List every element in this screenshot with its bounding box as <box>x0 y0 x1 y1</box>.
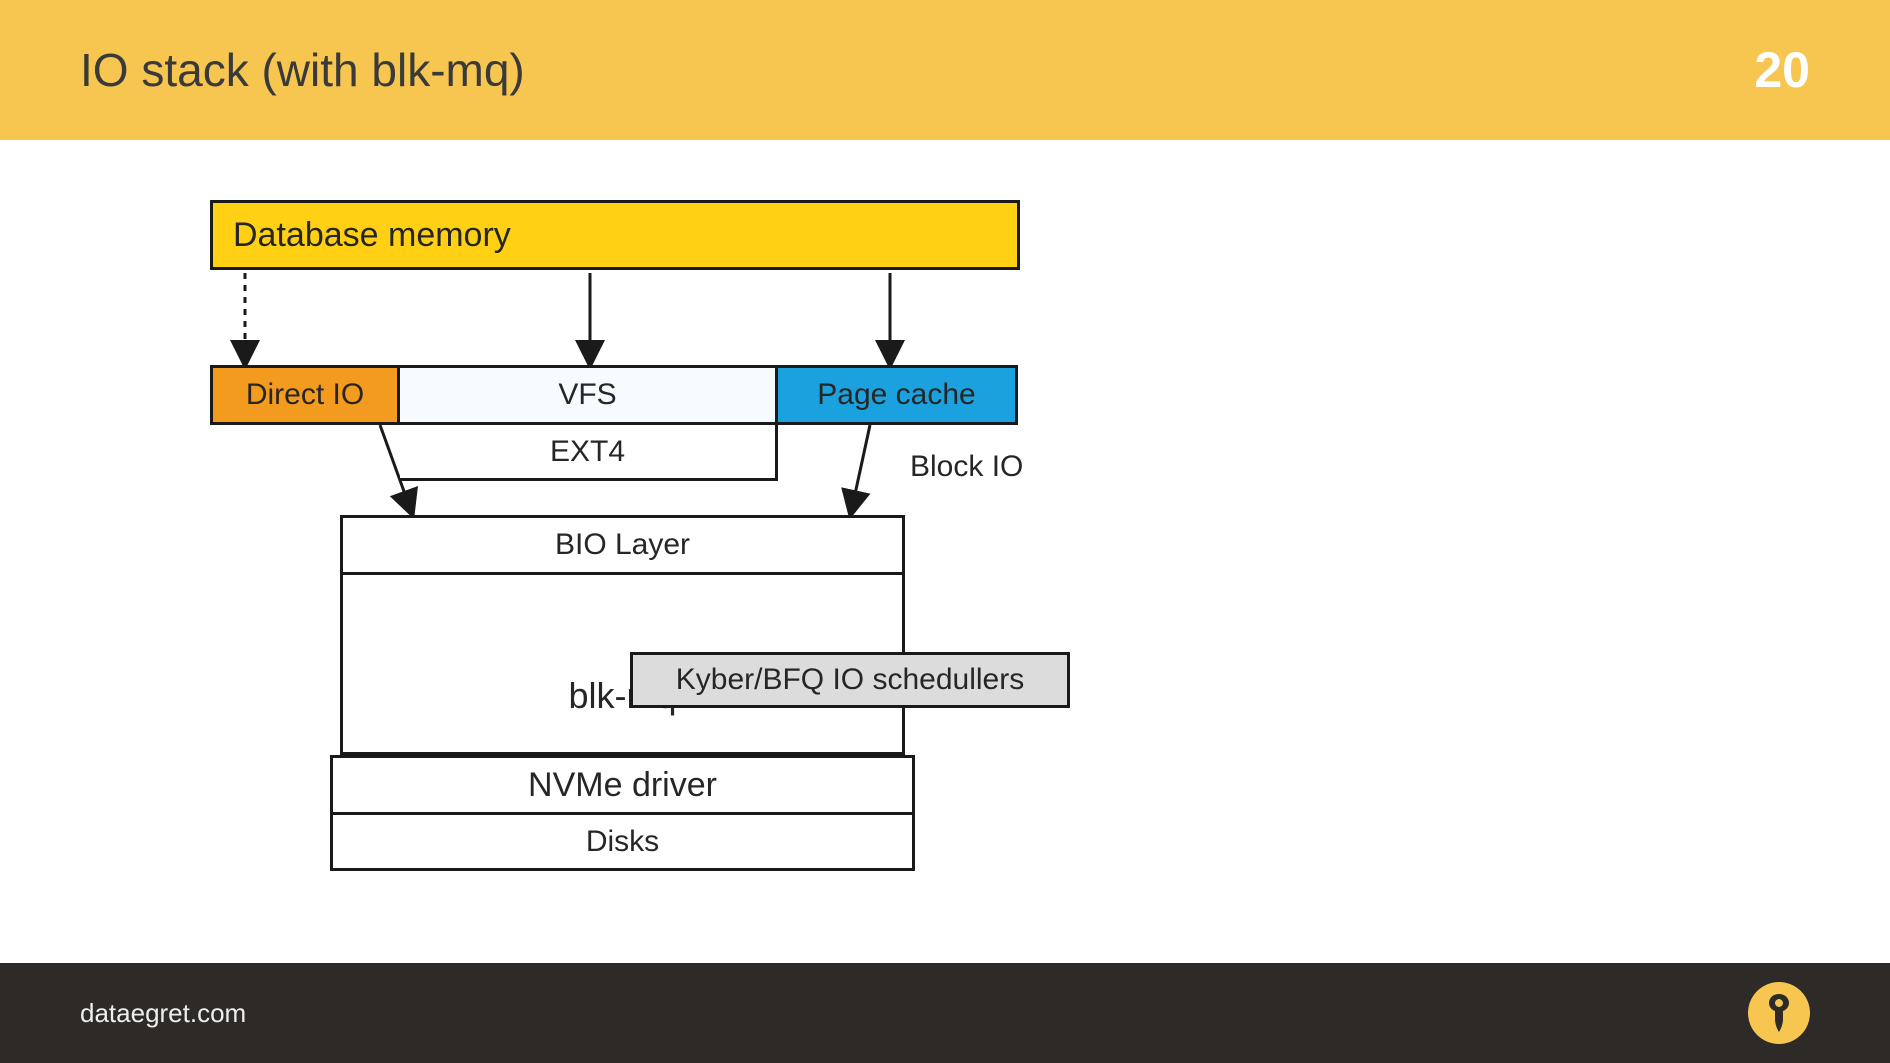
slide-footer: dataegret.com <box>0 963 1890 1063</box>
box-page-cache: Page cache <box>778 365 1018 425</box>
box-direct-io: Direct IO <box>210 365 400 425</box>
box-ext4: EXT4 <box>400 425 778 481</box>
footer-url: dataegret.com <box>80 998 246 1029</box>
diagram: Database memory Direct IO VFS EXT4 Page … <box>210 190 1110 890</box>
logo-icon <box>1748 982 1810 1044</box>
box-database-memory: Database memory <box>210 200 1020 270</box>
box-io-schedulers: Kyber/BFQ IO schedullers <box>630 652 1070 708</box>
box-disks: Disks <box>330 815 915 871</box>
box-nvme-driver: NVMe driver <box>330 755 915 815</box>
slide-header: IO stack (with blk-mq) 20 <box>0 0 1890 140</box>
box-bio-layer: BIO Layer <box>340 515 905 575</box>
slide-title: IO stack (with blk-mq) <box>80 43 525 97</box>
label-block-io: Block IO <box>910 450 1023 484</box>
box-vfs: VFS <box>400 365 778 425</box>
page-number: 20 <box>1754 41 1810 99</box>
